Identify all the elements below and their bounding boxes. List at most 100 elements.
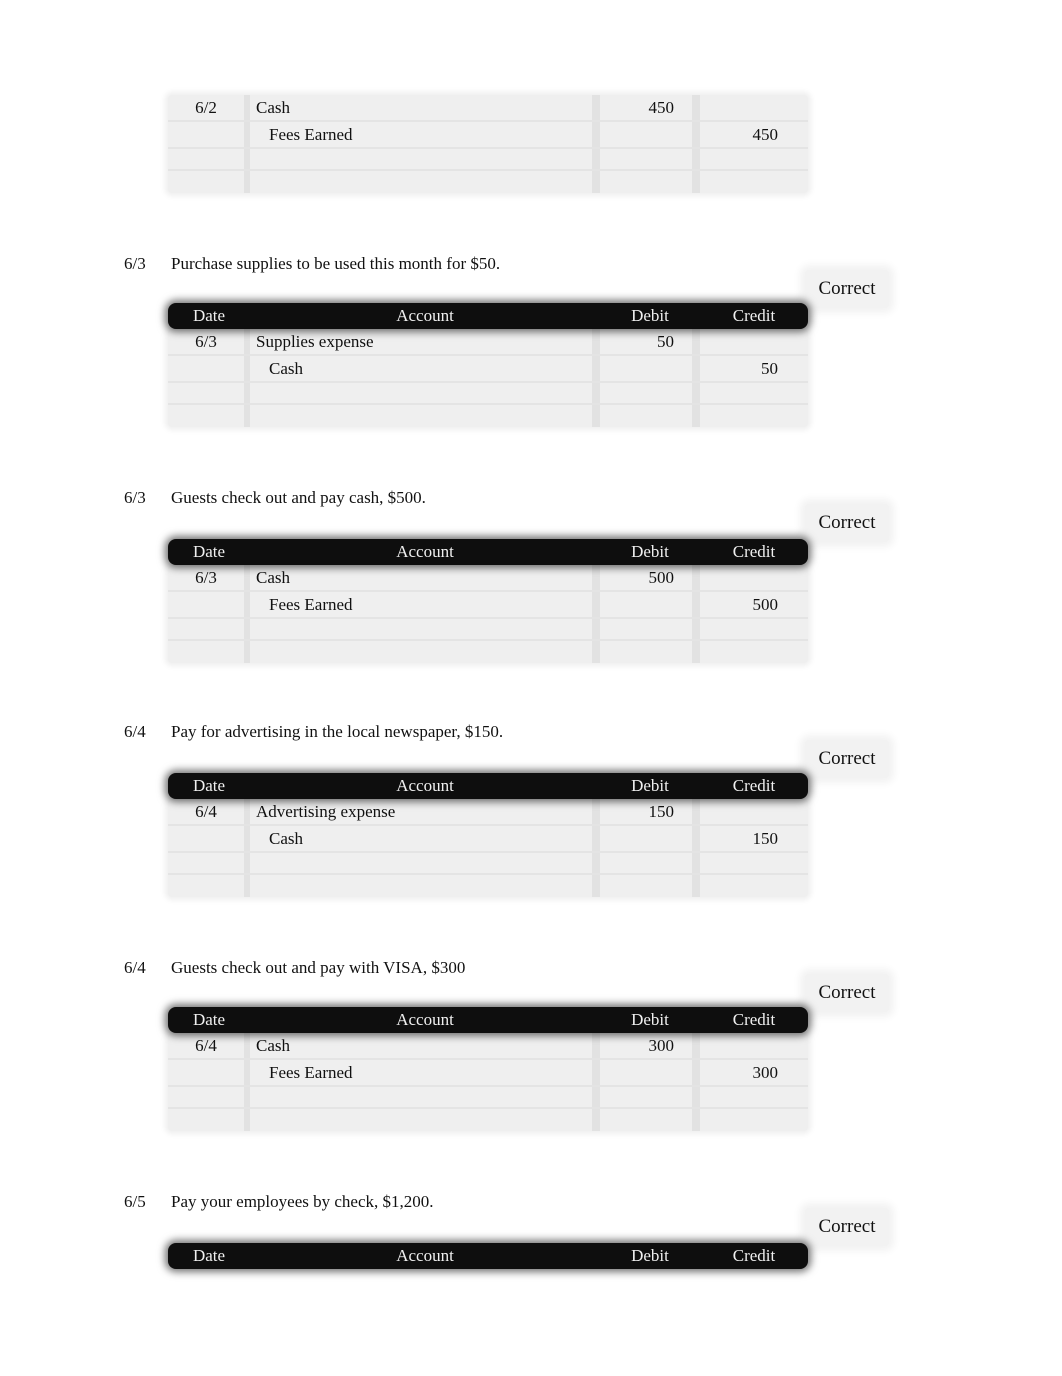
row-account[interactable]: [250, 383, 600, 403]
row-credit[interactable]: [700, 329, 808, 354]
row-credit[interactable]: [700, 875, 808, 897]
row-credit[interactable]: [700, 853, 808, 873]
row-account[interactable]: Supplies expense: [250, 329, 600, 354]
header-date: Date: [192, 776, 226, 795]
transaction-date: 6/5: [124, 1192, 146, 1211]
row-account[interactable]: [250, 641, 600, 663]
row-debit[interactable]: 150: [600, 799, 700, 824]
table-row: [168, 405, 808, 427]
row-debit[interactable]: [600, 405, 700, 427]
row-debit[interactable]: [600, 592, 700, 617]
row-debit[interactable]: [600, 149, 700, 169]
journal-table-body: 6/3 Supplies expense 50 Cash 50: [168, 329, 808, 427]
row-credit[interactable]: [700, 95, 808, 120]
row-debit[interactable]: [600, 122, 700, 147]
row-date: [168, 171, 250, 193]
transaction-description: Pay for advertising in the local newspap…: [171, 722, 504, 741]
journal-table-body: 6/4 Cash 300 Fees Earned 300: [168, 1033, 808, 1131]
row-credit[interactable]: [700, 405, 808, 427]
row-account[interactable]: Cash: [250, 826, 600, 851]
row-debit[interactable]: [600, 875, 700, 897]
row-date: [168, 619, 250, 639]
row-credit[interactable]: [700, 1033, 808, 1058]
row-credit[interactable]: 150: [700, 826, 808, 851]
table-row: 6/4 Advertising expense 150: [168, 799, 808, 826]
table-row: [168, 149, 808, 171]
row-debit[interactable]: 450: [600, 95, 700, 120]
table-row: [168, 875, 808, 897]
table-header: Date Account Debit Credit: [168, 303, 808, 329]
row-debit[interactable]: [600, 619, 700, 639]
journal-table: Date Account Debit Credit 6/4 Cash 300 F…: [168, 1007, 808, 1131]
table-row: Fees Earned 450: [168, 122, 808, 149]
journal-table-body: 6/4 Advertising expense 150 Cash 150: [168, 799, 808, 897]
row-account[interactable]: Advertising expense: [250, 799, 600, 824]
row-debit[interactable]: [600, 1087, 700, 1107]
row-account[interactable]: [250, 1109, 600, 1131]
row-debit[interactable]: [600, 356, 700, 381]
row-credit[interactable]: [700, 1087, 808, 1107]
row-debit[interactable]: [600, 171, 700, 193]
table-row: [168, 1109, 808, 1131]
status-badge: Correct: [805, 740, 889, 778]
row-account[interactable]: [250, 875, 600, 897]
transaction-description: Guests check out and pay with VISA, $300: [171, 958, 466, 977]
row-debit[interactable]: [600, 383, 700, 403]
row-account[interactable]: [250, 171, 600, 193]
row-account[interactable]: [250, 1087, 600, 1107]
row-account[interactable]: [250, 619, 600, 639]
table-row: [168, 1087, 808, 1109]
row-account[interactable]: Cash: [250, 356, 600, 381]
row-account[interactable]: [250, 149, 600, 169]
row-credit[interactable]: [700, 619, 808, 639]
table-header: Date Account Debit Credit: [168, 1243, 808, 1269]
row-debit[interactable]: 500: [600, 565, 700, 590]
row-credit[interactable]: [700, 171, 808, 193]
header-account: Account: [396, 1010, 454, 1029]
row-account[interactable]: Cash: [250, 95, 600, 120]
row-credit[interactable]: [700, 641, 808, 663]
row-credit[interactable]: [700, 149, 808, 169]
row-credit[interactable]: [700, 565, 808, 590]
row-date: [168, 1109, 250, 1131]
status-badge: Correct: [805, 504, 889, 542]
table-row: [168, 383, 808, 405]
table-row: [168, 619, 808, 641]
row-account[interactable]: [250, 405, 600, 427]
row-credit[interactable]: 50: [700, 356, 808, 381]
row-credit[interactable]: [700, 1109, 808, 1131]
journal-table: Date Account Debit Credit: [168, 1243, 808, 1269]
row-debit[interactable]: [600, 1109, 700, 1131]
row-account[interactable]: Cash: [250, 1033, 600, 1058]
row-credit[interactable]: [700, 799, 808, 824]
row-debit[interactable]: [600, 853, 700, 873]
row-date: [168, 1087, 250, 1107]
row-date: [168, 383, 250, 403]
row-account[interactable]: [250, 853, 600, 873]
table-row: [168, 853, 808, 875]
header-date: Date: [192, 1246, 226, 1265]
transaction-date: 6/3: [124, 254, 146, 273]
row-account[interactable]: Fees Earned: [250, 1060, 600, 1085]
row-account[interactable]: Fees Earned: [250, 592, 600, 617]
row-credit[interactable]: 300: [700, 1060, 808, 1085]
row-debit[interactable]: [600, 641, 700, 663]
header-credit: Credit: [732, 776, 776, 795]
row-account[interactable]: Cash: [250, 565, 600, 590]
row-debit[interactable]: [600, 826, 700, 851]
header-date: Date: [192, 542, 226, 561]
header-account: Account: [396, 542, 454, 561]
header-debit: Debit: [631, 1010, 669, 1029]
row-account[interactable]: Fees Earned: [250, 122, 600, 147]
status-badge: Correct: [805, 974, 889, 1012]
row-debit[interactable]: 50: [600, 329, 700, 354]
row-date: [168, 641, 250, 663]
row-debit[interactable]: 300: [600, 1033, 700, 1058]
row-debit[interactable]: [600, 1060, 700, 1085]
journal-table-body: 6/3 Cash 500 Fees Earned 500: [168, 565, 808, 663]
header-account: Account: [396, 1246, 454, 1265]
row-credit[interactable]: 500: [700, 592, 808, 617]
row-credit[interactable]: [700, 383, 808, 403]
header-date: Date: [192, 1010, 226, 1029]
row-credit[interactable]: 450: [700, 122, 808, 147]
